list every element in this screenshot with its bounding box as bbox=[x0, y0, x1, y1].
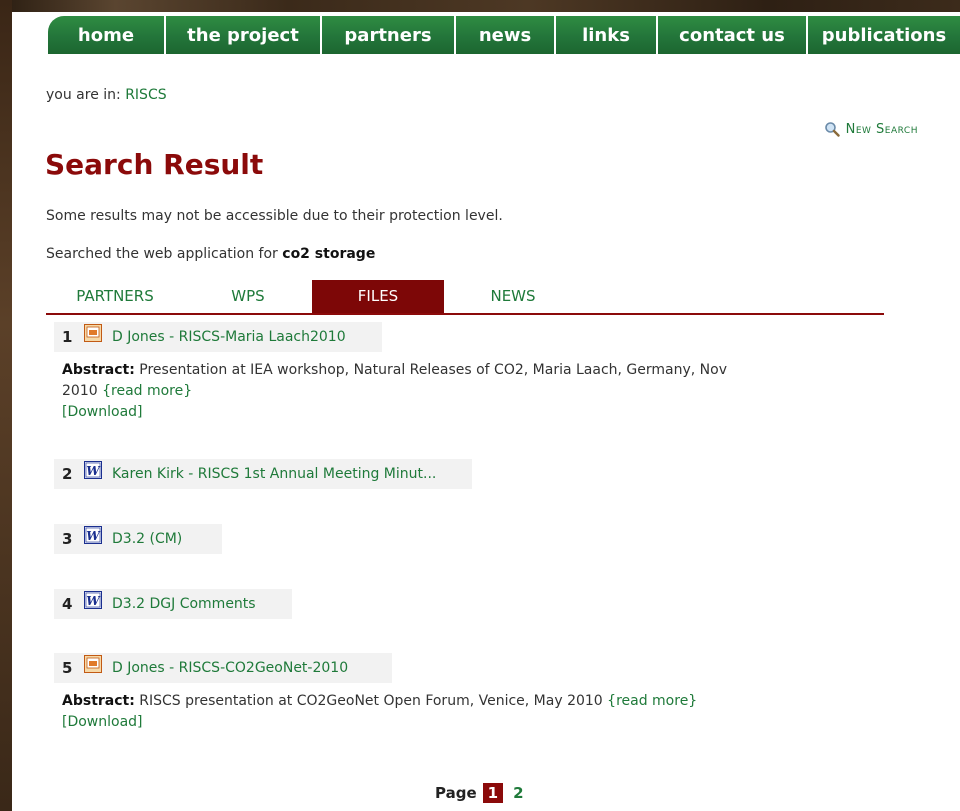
result-title-link[interactable]: Karen Kirk - RISCS 1st Annual Meeting Mi… bbox=[112, 466, 436, 482]
page-edge-background bbox=[0, 0, 12, 811]
result-number: 1 bbox=[62, 328, 73, 346]
result-header: 3 W D3.2 (CM) bbox=[54, 524, 222, 554]
result-title-link[interactable]: D Jones - RISCS-Maria Laach2010 bbox=[112, 329, 346, 345]
pagination: Page 1 2 bbox=[435, 783, 524, 803]
word-icon[interactable]: W bbox=[84, 591, 102, 609]
result-header: 2 W Karen Kirk - RISCS 1st Annual Meetin… bbox=[54, 459, 472, 489]
searched-statement: Searched the web application for co2 sto… bbox=[46, 246, 375, 262]
svg-text:W: W bbox=[86, 464, 101, 478]
word-icon[interactable]: W bbox=[84, 526, 102, 544]
nav-item-the-project[interactable]: the project bbox=[166, 16, 322, 54]
nav-item-links[interactable]: links bbox=[556, 16, 658, 54]
read-more-link[interactable]: {read more} bbox=[102, 383, 192, 399]
pagination-label: Page bbox=[435, 784, 477, 802]
svg-text:W: W bbox=[86, 529, 101, 543]
tab-partners[interactable]: PARTNERS bbox=[46, 280, 184, 313]
result-item: 1 D Jones - RISCS-Maria Laach2010 Abstra… bbox=[54, 322, 742, 423]
tab-wps[interactable]: WPS bbox=[184, 280, 312, 313]
magnifier-icon bbox=[824, 122, 840, 137]
tab-news[interactable]: NEWS bbox=[444, 280, 582, 313]
page-title: Search Result bbox=[45, 148, 264, 181]
word-icon[interactable]: W bbox=[84, 461, 102, 479]
breadcrumb-link-riscs[interactable]: RISCS bbox=[125, 87, 166, 103]
nav-item-home[interactable]: home bbox=[48, 16, 166, 54]
new-search-link[interactable]: New Search bbox=[824, 121, 918, 137]
abstract-text: RISCS presentation at CO2GeoNet Open For… bbox=[139, 693, 603, 709]
download-link[interactable]: [Download] bbox=[54, 712, 742, 733]
result-item: 5 D Jones - RISCS-CO2GeoNet-2010 Abstrac… bbox=[54, 653, 742, 733]
abstract-label: Abstract: bbox=[62, 362, 135, 378]
page-link-2[interactable]: 2 bbox=[513, 784, 523, 802]
nav-item-publications[interactable]: publications bbox=[808, 16, 960, 54]
download-link[interactable]: [Download] bbox=[54, 402, 742, 423]
result-number: 5 bbox=[62, 659, 73, 677]
nav-item-news[interactable]: news bbox=[456, 16, 556, 54]
result-number: 2 bbox=[62, 465, 73, 483]
main-nav: home the project partners news links con… bbox=[48, 16, 960, 54]
result-header: 5 D Jones - RISCS-CO2GeoNet-2010 bbox=[54, 653, 392, 683]
result-title-link[interactable]: D3.2 DGJ Comments bbox=[112, 596, 256, 612]
breadcrumb-prefix: you are in: bbox=[46, 87, 121, 103]
result-number: 4 bbox=[62, 595, 73, 613]
searched-prefix: Searched the web application for bbox=[46, 246, 278, 262]
powerpoint-icon[interactable] bbox=[84, 655, 102, 673]
result-tabs: PARTNERS WPS FILES NEWS bbox=[46, 280, 884, 315]
result-number: 3 bbox=[62, 530, 73, 548]
result-abstract: Abstract: Presentation at IEA workshop, … bbox=[54, 360, 742, 402]
breadcrumb: you are in: RISCS bbox=[46, 87, 167, 103]
search-query: co2 storage bbox=[282, 246, 376, 262]
nav-item-contact-us[interactable]: contact us bbox=[658, 16, 808, 54]
nav-item-partners[interactable]: partners bbox=[322, 16, 456, 54]
protection-notice: Some results may not be accessible due t… bbox=[46, 208, 503, 224]
svg-text:W: W bbox=[86, 594, 101, 608]
result-abstract: Abstract: RISCS presentation at CO2GeoNe… bbox=[54, 691, 742, 712]
abstract-label: Abstract: bbox=[62, 693, 135, 709]
tab-files[interactable]: FILES bbox=[312, 280, 444, 313]
new-search-label: New Search bbox=[845, 121, 918, 137]
result-header: 1 D Jones - RISCS-Maria Laach2010 bbox=[54, 322, 382, 352]
page-current: 1 bbox=[482, 783, 504, 803]
read-more-link[interactable]: {read more} bbox=[607, 693, 697, 709]
powerpoint-icon[interactable] bbox=[84, 324, 102, 342]
result-item: 3 W D3.2 (CM) bbox=[54, 524, 222, 554]
result-item: 4 W D3.2 DGJ Comments bbox=[54, 589, 292, 619]
result-title-link[interactable]: D Jones - RISCS-CO2GeoNet-2010 bbox=[112, 660, 348, 676]
result-item: 2 W Karen Kirk - RISCS 1st Annual Meetin… bbox=[54, 459, 472, 489]
result-header: 4 W D3.2 DGJ Comments bbox=[54, 589, 292, 619]
result-title-link[interactable]: D3.2 (CM) bbox=[112, 531, 182, 547]
